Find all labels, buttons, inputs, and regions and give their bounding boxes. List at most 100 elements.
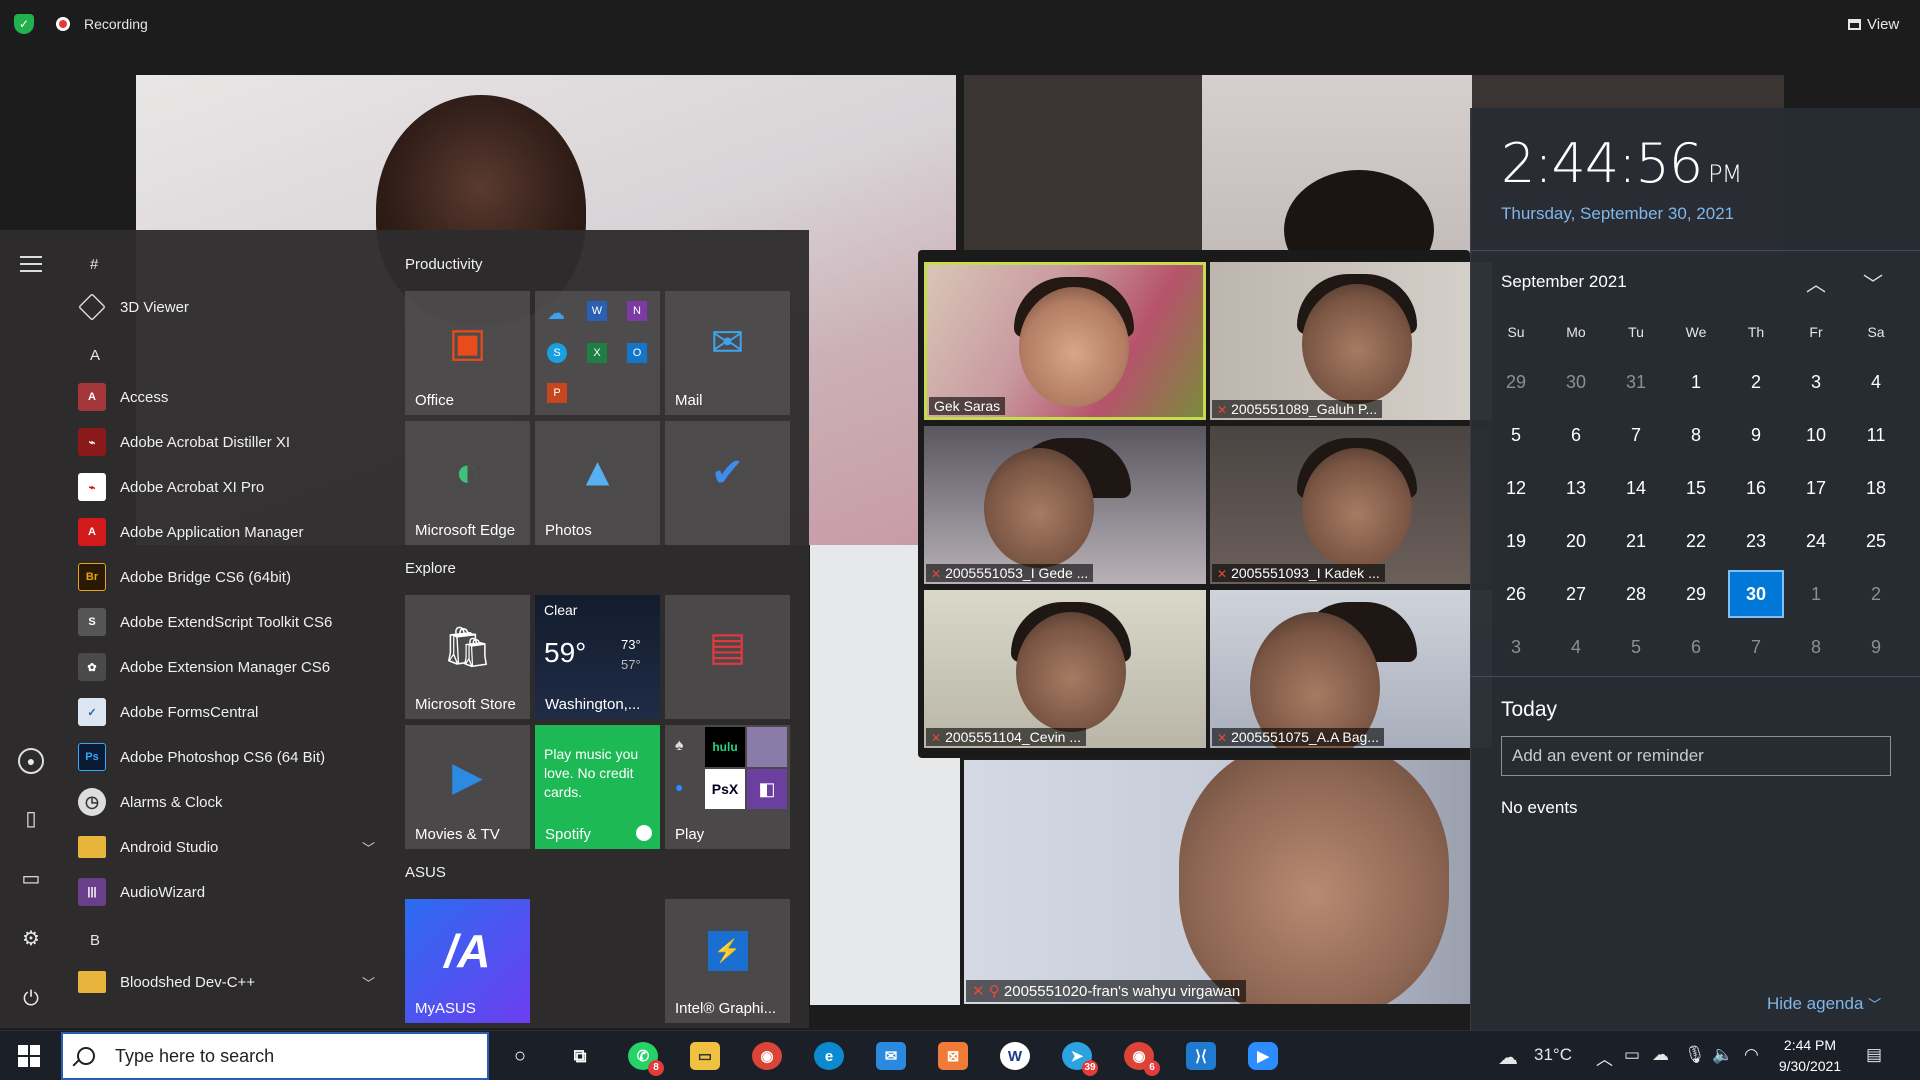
add-event-input[interactable] <box>1501 736 1891 776</box>
app-alarms-clock[interactable]: ◷ Alarms & Clock <box>78 783 378 821</box>
whatsapp-icon[interactable]: ✆ 8 <box>628 1042 664 1076</box>
calendar-day[interactable]: 15 <box>1668 464 1724 512</box>
word-app-icon[interactable]: W <box>1000 1042 1030 1070</box>
calendar-day[interactable]: 10 <box>1788 411 1844 459</box>
onedrive-icon[interactable]: ☁ <box>1652 1045 1669 1065</box>
calendar-day[interactable]: 1 <box>1788 570 1844 618</box>
calendar-day[interactable]: 1 <box>1668 358 1724 406</box>
file-explorer-icon[interactable]: ▭ <box>690 1042 720 1070</box>
speaker-icon[interactable]: 🔈 <box>1712 1045 1733 1065</box>
date-link[interactable]: Thursday, September 30, 2021 <box>1501 204 1734 224</box>
battery-icon[interactable]: ▭ <box>1624 1045 1640 1065</box>
calendar-day[interactable]: 9 <box>1728 411 1784 459</box>
chrome-profile-icon[interactable]: ◉ 6 <box>1124 1042 1160 1076</box>
tile-office[interactable]: ▣ Office <box>405 291 530 415</box>
calendar-day[interactable]: 26 <box>1488 570 1544 618</box>
participant-tile[interactable]: ✕ 2005551089_Galuh P... <box>1210 262 1492 420</box>
wifi-icon[interactable]: ◠ <box>1744 1045 1759 1065</box>
app-android-studio[interactable]: Android Studio ﹀ <box>78 828 378 866</box>
app-application-manager[interactable]: A Adobe Application Manager <box>78 513 378 551</box>
chevron-down-icon[interactable]: ﹀ <box>1863 268 1883 297</box>
calendar-day[interactable]: 29 <box>1668 570 1724 618</box>
calendar-day[interactable]: 13 <box>1548 464 1604 512</box>
letter-header[interactable]: A <box>90 347 100 364</box>
tile-play[interactable]: hulu PsX ◧ ♠ ● Play <box>665 725 790 849</box>
taskbar-clock[interactable]: 2:44 PM 9/30/2021 <box>1776 1035 1844 1077</box>
calendar-day[interactable]: 11 <box>1848 411 1904 459</box>
calendar-day[interactable]: 17 <box>1788 464 1844 512</box>
participant-tile[interactable]: ✕ 2005551104_Cevin ... <box>924 590 1206 748</box>
tile-myasus[interactable]: /A MyASUS <box>405 899 530 1023</box>
security-shield-icon[interactable]: ✓ <box>14 14 34 34</box>
tile-spotify[interactable]: Play music you love. No credit cards. Sp… <box>535 725 660 849</box>
calendar-day[interactable]: 2 <box>1848 570 1904 618</box>
calendar-day[interactable]: 6 <box>1548 411 1604 459</box>
calendar-day[interactable]: 4 <box>1548 623 1604 671</box>
letter-header[interactable]: # <box>90 256 98 273</box>
telegram-icon[interactable]: ➤ 39 <box>1062 1042 1098 1076</box>
tile-store[interactable]: 🛍 Microsoft Store <box>405 595 530 719</box>
app-formscentral[interactable]: ✓ Adobe FormsCentral <box>78 693 378 731</box>
notifications-icon[interactable]: ▤ <box>1866 1045 1882 1065</box>
tile-movies[interactable]: ▶ Movies & TV <box>405 725 530 849</box>
calendar-day[interactable]: 23 <box>1728 517 1784 565</box>
tile-news[interactable]: ▤ <box>665 595 790 719</box>
mail-icon[interactable]: ✉ <box>876 1042 906 1070</box>
documents-icon[interactable]: ▯ <box>18 806 44 832</box>
calendar-day[interactable]: 2 <box>1728 358 1784 406</box>
participant-tile[interactable]: ✕ 2005551053_I Gede ... <box>924 426 1206 584</box>
tile-edge[interactable]: ◐ Microsoft Edge <box>405 421 530 545</box>
app-extension-manager[interactable]: ✿ Adobe Extension Manager CS6 <box>78 648 378 686</box>
vscode-icon[interactable]: ⟩⟨ <box>1186 1042 1216 1070</box>
calendar-day[interactable]: 22 <box>1668 517 1724 565</box>
calendar-day[interactable]: 28 <box>1608 570 1664 618</box>
calendar-day[interactable]: 9 <box>1848 623 1904 671</box>
calendar-day[interactable]: 30 <box>1548 358 1604 406</box>
xampp-icon[interactable]: ⊠ <box>938 1042 968 1070</box>
calendar-day[interactable]: 5 <box>1488 411 1544 459</box>
zoom-icon[interactable]: ▶ <box>1248 1042 1278 1070</box>
participant-tile[interactable]: ✕ 2005551093_I Kadek ... <box>1210 426 1492 584</box>
calendar-day[interactable]: 24 <box>1788 517 1844 565</box>
app-3d-viewer[interactable]: 3D Viewer <box>78 288 378 326</box>
letter-header[interactable]: B <box>90 932 100 949</box>
tile-office-apps[interactable]: ☁ W N S X O P <box>535 291 660 415</box>
app-access[interactable]: A Access <box>78 378 378 416</box>
app-audiowizard[interactable]: ||| AudioWizard <box>78 873 378 911</box>
calendar-day[interactable]: 16 <box>1728 464 1784 512</box>
calendar-day[interactable]: 20 <box>1548 517 1604 565</box>
calendar-day[interactable]: 7 <box>1608 411 1664 459</box>
calendar-day[interactable]: 14 <box>1608 464 1664 512</box>
participant-tile[interactable]: Gek Saras <box>924 262 1206 420</box>
calendar-day[interactable]: 7 <box>1728 623 1784 671</box>
calendar-day[interactable]: 5 <box>1608 623 1664 671</box>
tray-weather-temp[interactable]: 31°C <box>1534 1045 1572 1065</box>
app-photoshop[interactable]: Ps Adobe Photoshop CS6 (64 Bit) <box>78 738 378 776</box>
calendar-day[interactable]: 4 <box>1848 358 1904 406</box>
microphone-icon[interactable]: 🎙 <box>1684 1045 1706 1065</box>
calendar-day[interactable]: 29 <box>1488 358 1544 406</box>
calendar-day-today[interactable]: 30 <box>1728 570 1784 618</box>
view-button[interactable]: View <box>1848 12 1910 36</box>
taskbar-search[interactable]: Type here to search <box>61 1032 489 1080</box>
calendar-day[interactable]: 3 <box>1788 358 1844 406</box>
settings-gear-icon[interactable]: ⚙ <box>18 926 44 952</box>
calendar-day[interactable]: 8 <box>1788 623 1844 671</box>
hide-agenda-button[interactable]: Hide agenda ﹀ <box>1767 994 1881 1014</box>
calendar-day[interactable]: 31 <box>1608 358 1664 406</box>
calendar-day[interactable]: 25 <box>1848 517 1904 565</box>
calendar-day[interactable]: 6 <box>1668 623 1724 671</box>
app-extendscript[interactable]: S Adobe ExtendScript Toolkit CS6 <box>78 603 378 641</box>
calendar-day[interactable]: 19 <box>1488 517 1544 565</box>
calendar-day[interactable]: 8 <box>1668 411 1724 459</box>
tile-weather[interactable]: Clear 59° 73° 57° Washington,... <box>535 595 660 719</box>
month-label[interactable]: September 2021 <box>1501 272 1627 292</box>
app-dev-cpp[interactable]: Bloodshed Dev-C++ ﹀ <box>78 963 378 1001</box>
calendar-day[interactable]: 18 <box>1848 464 1904 512</box>
edge-icon[interactable]: e <box>814 1042 844 1070</box>
calendar-day[interactable]: 3 <box>1488 623 1544 671</box>
participant-tile[interactable]: ✕ 2005551075_A.A Bag... <box>1210 590 1492 748</box>
calendar-day[interactable]: 27 <box>1548 570 1604 618</box>
calendar-day[interactable]: 12 <box>1488 464 1544 512</box>
power-icon[interactable]: ⏻ <box>18 986 44 1012</box>
